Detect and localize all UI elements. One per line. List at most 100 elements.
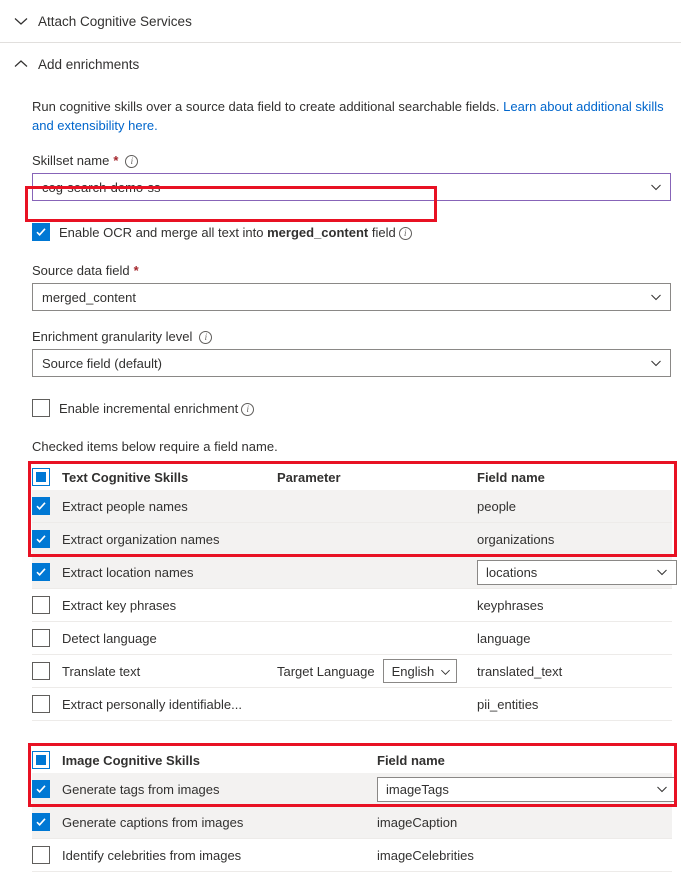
row-checkbox[interactable]	[32, 629, 50, 647]
intro-text: Run cognitive skills over a source data …	[32, 99, 504, 114]
field-name-value: imageTags	[386, 781, 449, 797]
row-checkbox-cell	[32, 780, 62, 798]
row-checkbox-cell	[32, 813, 62, 831]
row-checkbox[interactable]	[32, 780, 50, 798]
row-checkbox-cell	[32, 695, 62, 713]
chevron-down-icon	[650, 291, 662, 303]
text-skills-select-all-checkbox[interactable]	[32, 468, 50, 486]
required-marker: *	[113, 153, 119, 168]
row-checkbox[interactable]	[32, 846, 50, 864]
target-language-value: English	[391, 663, 435, 679]
table-row[interactable]: Generate captions from images imageCaptio…	[32, 806, 672, 839]
skillset-name-field-block: Skillset name * i cog-search-demo-ss	[32, 153, 671, 201]
skill-field-name: keyphrases	[477, 598, 672, 613]
text-skills-header-field-name: Field name	[477, 469, 545, 485]
chevron-down-icon	[10, 10, 32, 32]
chevron-down-icon	[440, 666, 451, 677]
table-row[interactable]: Detect language language	[32, 622, 672, 655]
table-row[interactable]: Translate text Target Language English tran…	[32, 655, 672, 688]
field-name-input[interactable]: locations	[477, 559, 677, 585]
skill-field-name: language	[477, 631, 672, 646]
incremental-enrichment-row[interactable]: Enable incremental enrichment i	[32, 395, 671, 421]
granularity-select[interactable]: Source field (default)	[32, 349, 671, 377]
chevron-up-icon	[10, 53, 32, 75]
table-row[interactable]: Extract location names locations	[32, 556, 677, 589]
skill-name: Extract key phrases	[62, 597, 177, 613]
source-data-field-select[interactable]: merged_content	[32, 283, 671, 311]
intro-paragraph: Run cognitive skills over a source data …	[32, 97, 671, 135]
row-checkbox-cell	[32, 530, 62, 548]
granularity-value: Source field (default)	[42, 355, 162, 371]
section-header-add-enrichments[interactable]: Add enrichments	[0, 43, 681, 85]
table-row[interactable]: Extract personally identifiable... pii_en…	[32, 688, 672, 721]
image-skills-table-header: Image Cognitive Skills Field name	[32, 747, 672, 773]
source-data-field-label: Source data field	[32, 263, 130, 278]
skill-field-name: people	[477, 499, 672, 514]
ocr-label-bold: merged_content	[267, 224, 369, 240]
param-label: Target Language	[277, 663, 375, 679]
row-checkbox[interactable]	[32, 813, 50, 831]
info-icon-granularity[interactable]: i	[199, 331, 213, 344]
skill-name: Extract location names	[62, 564, 194, 580]
skill-name: Identify celebrities from images	[62, 847, 242, 863]
table-row[interactable]: Extract key phrases keyphrases	[32, 589, 672, 622]
section-header-attach-cognitive-services[interactable]: Attach Cognitive Services	[0, 0, 681, 42]
row-checkbox[interactable]	[32, 497, 50, 515]
skill-name: Generate captions from images	[62, 814, 244, 830]
skill-name: Generate tags from images	[62, 781, 220, 797]
table-row[interactable]: Generate tags from images imageTags	[32, 773, 677, 806]
skill-name: Extract organization names	[62, 531, 220, 547]
row-checkbox[interactable]	[32, 695, 50, 713]
image-skills-rows: Generate tags from images imageTags Genera…	[32, 773, 677, 872]
field-name-value: organizations	[477, 531, 555, 547]
text-skills-select-all-cell	[32, 468, 62, 486]
skillset-name-value: cog-search-demo-ss	[42, 179, 161, 195]
skill-name: Extract people names	[62, 498, 188, 514]
skill-field-name: locations	[477, 559, 677, 585]
skill-field-name: imageCaption	[377, 815, 672, 830]
granularity-label-row: Enrichment granularity level i	[32, 329, 671, 344]
ocr-checkbox-row[interactable]: Enable OCR and merge all text into merge…	[32, 219, 671, 245]
row-checkbox-cell	[32, 662, 62, 680]
row-checkbox[interactable]	[32, 662, 50, 680]
skill-name: Extract personally identifiable...	[62, 696, 242, 712]
target-language-select[interactable]: English	[382, 659, 458, 683]
skill-field-name: pii_entities	[477, 697, 672, 712]
chevron-down-icon	[656, 566, 668, 578]
chevron-down-icon	[656, 783, 668, 795]
skillset-name-label-row: Skillset name * i	[32, 153, 671, 168]
field-name-value: translated_text	[477, 663, 563, 679]
granularity-label: Enrichment granularity level	[32, 329, 193, 344]
text-skills-header-parameter: Parameter	[277, 469, 341, 485]
row-checkbox[interactable]	[32, 563, 50, 581]
indeterminate-square-icon	[36, 755, 46, 765]
incremental-enrichment-checkbox[interactable]	[32, 399, 50, 417]
field-name-value: pii_entities	[477, 696, 539, 712]
row-checkbox-cell	[32, 846, 62, 864]
info-icon-ocr[interactable]: i	[398, 226, 412, 240]
field-name-value: imageCelebrities	[377, 847, 474, 863]
skillset-name-input[interactable]: cog-search-demo-ss	[32, 173, 671, 201]
text-cognitive-skills-table: Text Cognitive Skills Parameter Field na…	[32, 464, 677, 721]
skill-field-name: imageTags	[377, 776, 677, 802]
text-skills-header-skills: Text Cognitive Skills	[62, 469, 189, 485]
add-enrichments-content: Run cognitive skills over a source data …	[0, 97, 681, 872]
field-name-note: Checked items below require a field name…	[32, 439, 278, 454]
ocr-label-pre: Enable OCR and merge all text into	[59, 224, 268, 240]
field-name-value: imageCaption	[377, 814, 458, 830]
row-checkbox[interactable]	[32, 530, 50, 548]
source-data-field-label-row: Source data field *	[32, 263, 671, 278]
field-name-input[interactable]: imageTags	[377, 776, 677, 802]
table-row[interactable]: Identify celebrities from images imageCel…	[32, 839, 672, 872]
row-checkbox-cell	[32, 563, 62, 581]
info-icon-incremental[interactable]: i	[241, 402, 255, 416]
info-icon-skillset-name[interactable]: i	[125, 155, 139, 168]
image-skills-select-all-checkbox[interactable]	[32, 751, 50, 769]
table-row[interactable]: Extract organization names organizations	[32, 523, 672, 556]
source-data-field-value: merged_content	[42, 289, 136, 305]
table-row[interactable]: Extract people names people	[32, 490, 672, 523]
ocr-checkbox[interactable]	[32, 223, 50, 241]
skill-parameter: Target Language English	[277, 659, 477, 683]
granularity-field-block: Enrichment granularity level i Source fi…	[32, 329, 671, 377]
row-checkbox[interactable]	[32, 596, 50, 614]
